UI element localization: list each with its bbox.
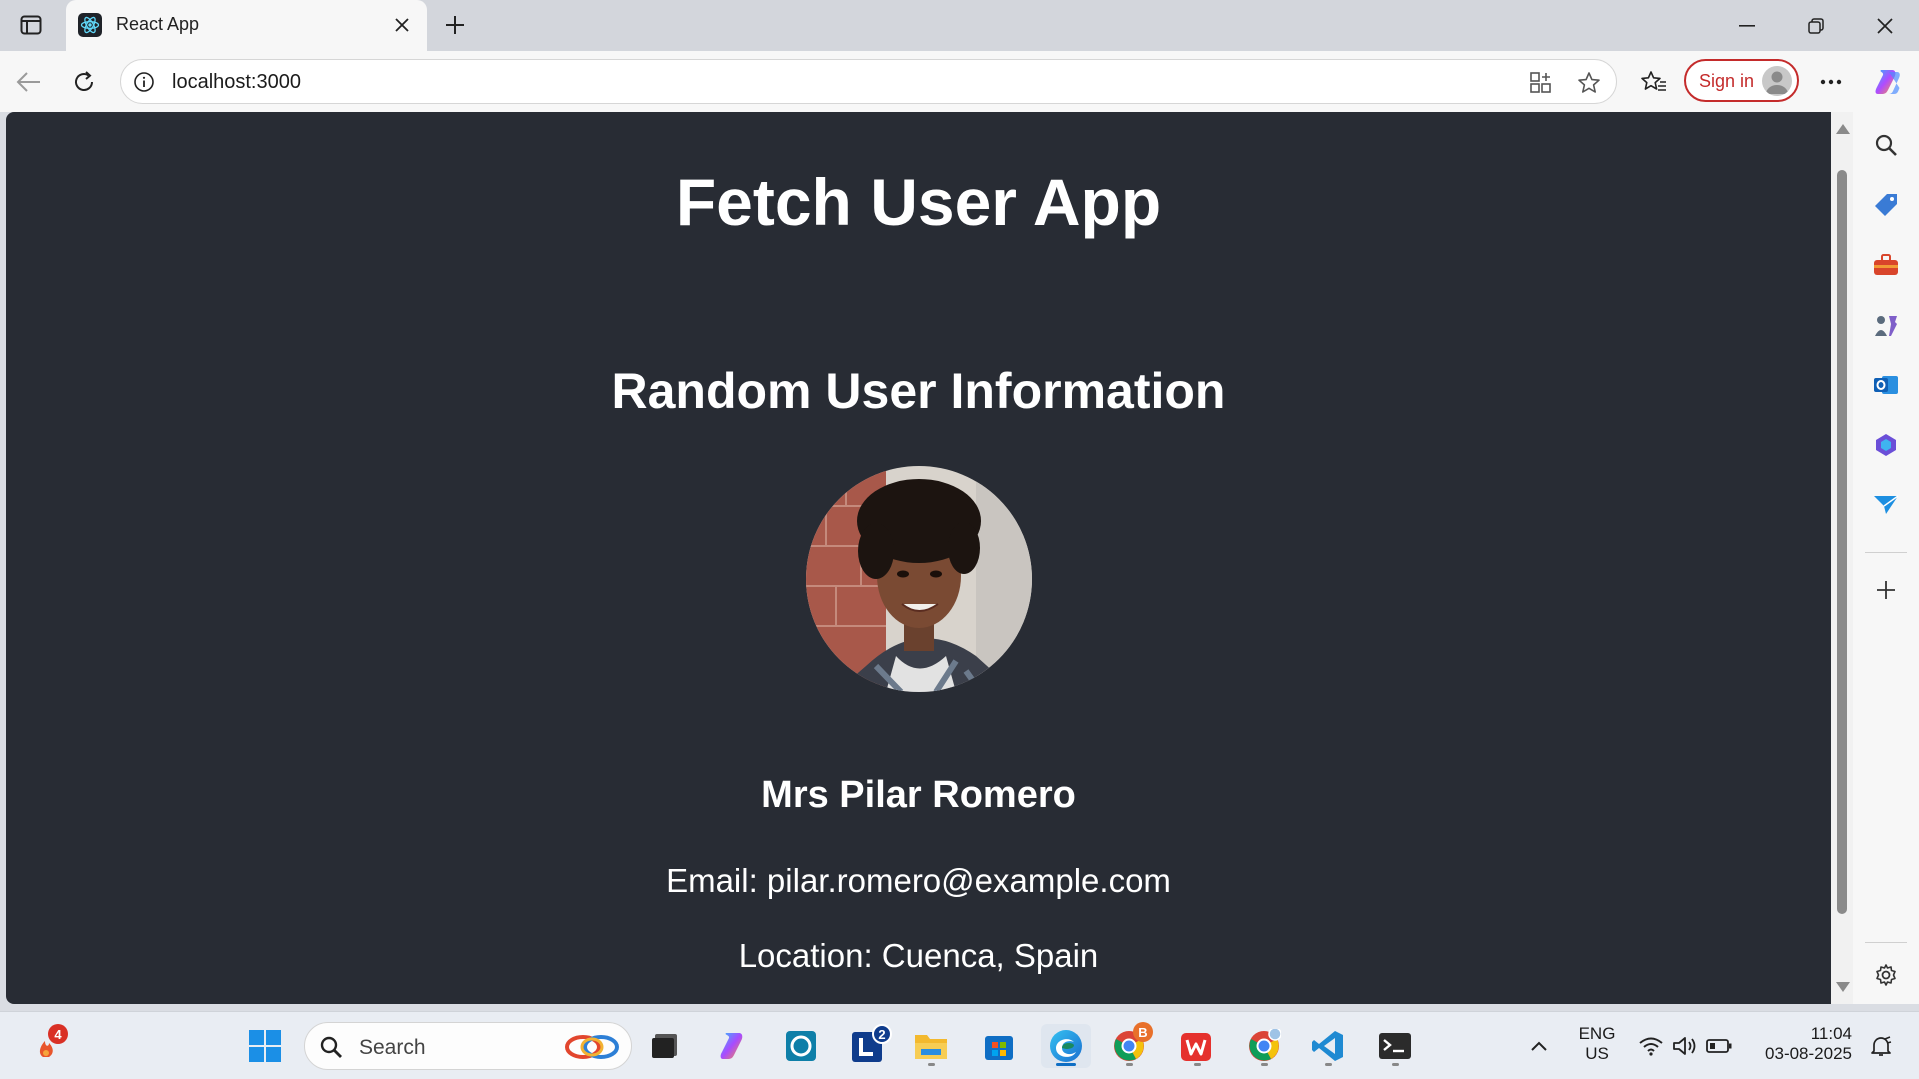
address-bar[interactable]: localhost:3000 — [120, 59, 1617, 104]
weather-badge: 4 — [48, 1024, 68, 1044]
user-email: Email: pilar.romero@example.com — [666, 862, 1171, 899]
add-sidebar-app-icon[interactable] — [1868, 572, 1904, 608]
system-tray-status[interactable] — [1630, 1024, 1740, 1068]
site-info-icon[interactable] — [133, 71, 155, 93]
url-text[interactable]: localhost:3000 — [172, 71, 301, 94]
more-options-icon[interactable] — [1811, 62, 1851, 102]
taskbar-search[interactable]: Search — [304, 1022, 632, 1070]
clock-time: 11:04 — [1810, 1024, 1852, 1043]
file-explorer-icon[interactable] — [909, 1024, 953, 1068]
running-indicator — [1194, 1063, 1201, 1066]
search-icon[interactable] — [1868, 127, 1904, 163]
microsoft-store-icon[interactable] — [977, 1024, 1021, 1068]
task-view-icon[interactable] — [643, 1024, 687, 1068]
scroll-thumb[interactable] — [1837, 170, 1847, 914]
page-scrollbar[interactable] — [1831, 112, 1853, 1004]
edge-browser-icon[interactable] — [1041, 1024, 1091, 1068]
battery-icon — [1706, 1039, 1732, 1053]
active-indicator — [1056, 1063, 1076, 1066]
browser-toolbar: localhost:3000 Sign in — [0, 51, 1919, 112]
tab-title: React App — [116, 14, 200, 34]
browser-tab[interactable]: React App — [66, 0, 427, 51]
page-viewport: Fetch User App Random User Information M… — [6, 112, 1831, 1004]
microsoft365-icon[interactable] — [1868, 427, 1904, 463]
user-name: Mrs Pilar Romero — [761, 774, 1076, 816]
send-plane-icon[interactable] — [1868, 487, 1904, 523]
user-location: Location: Cuenca, Spain — [738, 937, 1099, 974]
clock-date: 03-08-2025 — [1765, 1044, 1852, 1063]
windows-start-icon[interactable] — [243, 1024, 287, 1068]
sidebar-divider — [1865, 552, 1907, 553]
running-indicator — [1261, 1063, 1268, 1066]
scroll-down-arrow-icon[interactable] — [1836, 982, 1850, 992]
running-indicator — [1126, 1063, 1133, 1066]
new-tab-icon[interactable] — [438, 8, 472, 42]
vscode-icon[interactable] — [1306, 1024, 1350, 1068]
sign-in-label: Sign in — [1699, 71, 1755, 91]
sidebar-divider-bottom — [1865, 942, 1907, 943]
restore-icon[interactable] — [1782, 0, 1850, 51]
edge-sidebar — [1853, 112, 1919, 1004]
search-highlight-icon — [565, 1035, 619, 1059]
copilot-icon[interactable] — [1868, 62, 1908, 102]
tools-briefcase-icon[interactable] — [1868, 247, 1904, 283]
clock[interactable]: 11:04 03-08-2025 — [1756, 1024, 1852, 1064]
language-line2: US — [1585, 1044, 1609, 1063]
back-arrow-icon[interactable] — [9, 62, 49, 102]
terminal-icon[interactable] — [1373, 1024, 1417, 1068]
close-tab-icon[interactable] — [387, 10, 417, 40]
running-indicator — [928, 1063, 935, 1066]
settings-gear-icon[interactable] — [1868, 957, 1904, 993]
language-line1: ENG — [1578, 1024, 1616, 1043]
react-icon — [78, 13, 102, 37]
user-avatar — [806, 466, 1032, 692]
favorites-icon[interactable] — [1634, 62, 1674, 102]
running-indicator — [1325, 1063, 1332, 1066]
app-available-icon[interactable] — [1526, 68, 1556, 98]
minimize-icon[interactable] — [1713, 0, 1781, 51]
notification-bell-icon[interactable] — [1864, 1024, 1898, 1068]
running-indicator — [1392, 1063, 1399, 1066]
weather-widget-icon[interactable]: 4 — [26, 1024, 70, 1068]
favorite-star-icon[interactable] — [1574, 68, 1604, 98]
language-indicator[interactable]: ENG US — [1570, 1024, 1624, 1064]
profile-avatar-icon — [1762, 66, 1792, 96]
sign-in-button[interactable]: Sign in — [1684, 59, 1799, 102]
chrome-icon[interactable] — [1242, 1024, 1286, 1068]
chrome-profile-b-icon[interactable]: B — [1107, 1022, 1153, 1068]
taskbar-search-icon — [320, 1036, 342, 1058]
copilot-taskbar-icon[interactable] — [712, 1024, 756, 1068]
volume-icon — [1673, 1037, 1696, 1055]
wps-office-icon[interactable] — [1175, 1024, 1219, 1068]
windows-taskbar: 4 Search 2 B ENG US 11:04 03-08-2025 — [0, 1011, 1919, 1079]
chrome-profile-badge: B — [1133, 1022, 1153, 1042]
outlook-icon[interactable] — [1868, 367, 1904, 403]
refresh-icon[interactable] — [64, 62, 104, 102]
shopping-tag-icon[interactable] — [1868, 187, 1904, 223]
games-chess-icon[interactable] — [1868, 307, 1904, 343]
tab-strip: React App — [0, 0, 1919, 51]
close-window-icon[interactable] — [1851, 0, 1919, 51]
tab-actions-icon[interactable] — [14, 10, 48, 40]
taskbar-search-placeholder: Search — [359, 1036, 426, 1059]
app-title: Fetch User App — [675, 165, 1162, 239]
app-badge-count: 2 — [872, 1024, 892, 1044]
section-title: Random User Information — [611, 363, 1226, 419]
show-hidden-icons-chevron-icon[interactable] — [1517, 1024, 1561, 1068]
scroll-up-arrow-icon[interactable] — [1836, 124, 1850, 134]
cortana-icon[interactable] — [779, 1024, 823, 1068]
wifi-icon — [1639, 1037, 1663, 1056]
teams-l-app-icon[interactable]: 2 — [846, 1024, 892, 1068]
